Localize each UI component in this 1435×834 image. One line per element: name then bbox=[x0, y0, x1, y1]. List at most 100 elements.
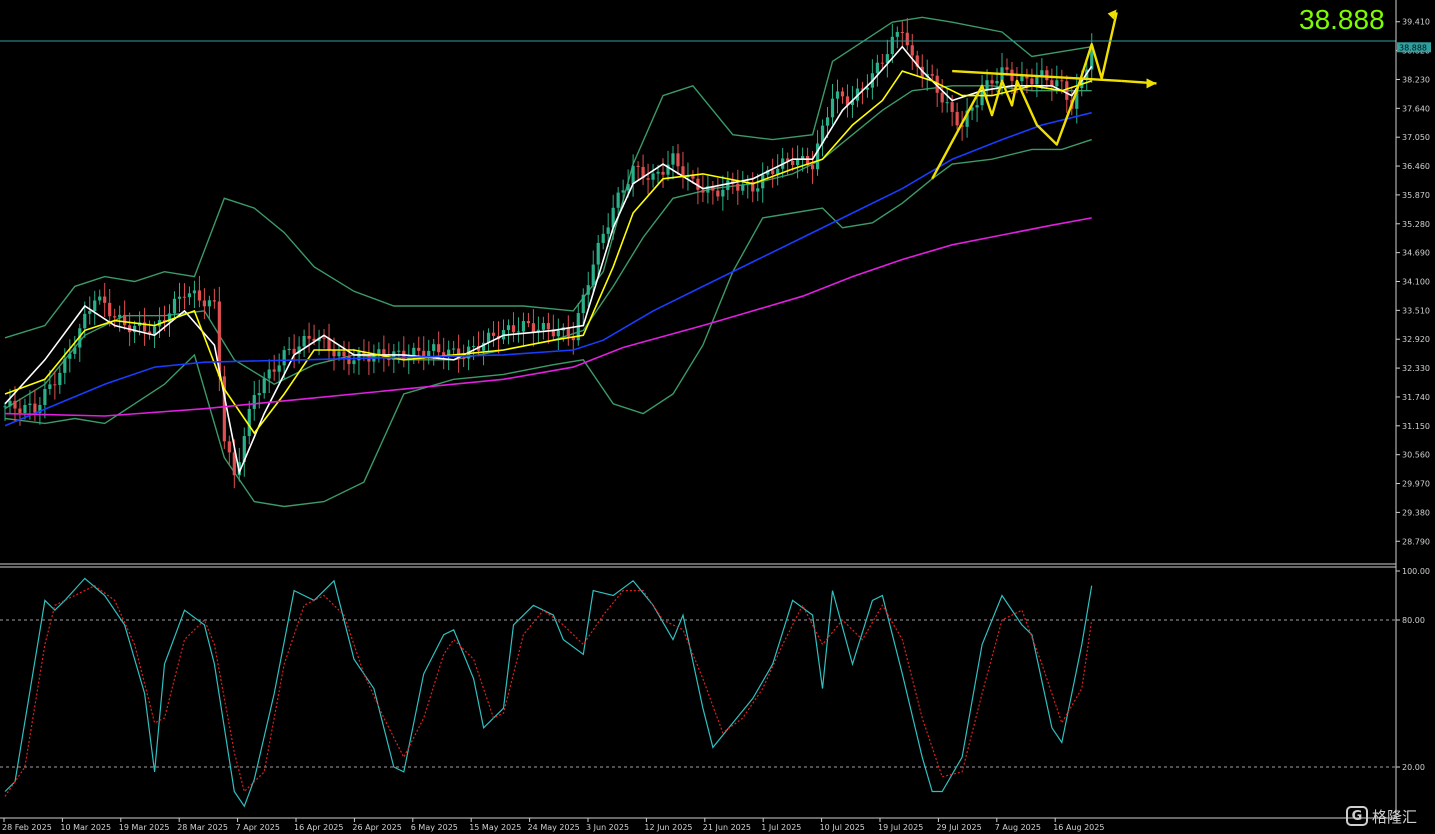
candle-body bbox=[302, 335, 306, 347]
date-label: 10 Mar 2025 bbox=[60, 823, 111, 832]
candle-body bbox=[33, 403, 37, 413]
candle-body bbox=[541, 323, 545, 330]
price-tick-label: 36.460 bbox=[1402, 162, 1430, 171]
candle-body bbox=[332, 350, 336, 357]
candle-body bbox=[252, 395, 256, 409]
candle-body bbox=[23, 404, 27, 413]
candle-body bbox=[207, 300, 211, 307]
price-tick-label: 34.690 bbox=[1402, 249, 1430, 258]
candle-body bbox=[287, 348, 291, 351]
candle-body bbox=[452, 348, 456, 350]
candle-body bbox=[581, 294, 585, 314]
candle-body bbox=[123, 314, 127, 326]
candle-body bbox=[63, 358, 67, 373]
candle-body bbox=[955, 111, 959, 126]
date-label: 15 May 2025 bbox=[469, 823, 521, 832]
candle-body bbox=[277, 365, 281, 372]
candle-body bbox=[73, 347, 77, 354]
candle-body bbox=[621, 190, 625, 193]
candle-body bbox=[626, 184, 630, 191]
candle-body bbox=[1045, 70, 1049, 81]
logo-icon: G bbox=[1346, 806, 1368, 826]
candle-body bbox=[756, 188, 760, 192]
candle-body bbox=[83, 313, 87, 329]
candle-body bbox=[113, 316, 117, 318]
candle-body bbox=[905, 32, 909, 46]
candle-body bbox=[1060, 80, 1064, 82]
candle-body bbox=[152, 326, 157, 335]
price-tick-label: 39.410 bbox=[1402, 18, 1430, 27]
candle-body bbox=[736, 183, 740, 191]
candle-body bbox=[656, 171, 660, 174]
candle-body bbox=[676, 153, 680, 167]
candle-body bbox=[890, 36, 894, 55]
candle-body bbox=[930, 74, 934, 76]
date-label: 16 Apr 2025 bbox=[294, 823, 343, 832]
date-label: 29 Jul 2025 bbox=[936, 823, 981, 832]
date-label: 7 Aug 2025 bbox=[995, 823, 1041, 832]
candle-body bbox=[267, 369, 271, 379]
price-tick-label: 38.230 bbox=[1402, 75, 1430, 84]
date-label: 16 Aug 2025 bbox=[1053, 823, 1104, 832]
date-label: 24 May 2025 bbox=[528, 823, 580, 832]
candle-body bbox=[880, 62, 884, 64]
candle-body bbox=[192, 290, 197, 294]
candle-body bbox=[1055, 80, 1059, 87]
candle-body bbox=[531, 323, 536, 333]
price-tick-label: 32.920 bbox=[1402, 335, 1430, 344]
date-label: 12 Jun 2025 bbox=[644, 823, 692, 832]
candle-body bbox=[900, 31, 904, 33]
osc-tick-label: 20.00 bbox=[1402, 763, 1425, 772]
date-label: 21 Jun 2025 bbox=[703, 823, 751, 832]
candle-body bbox=[88, 311, 92, 314]
candle-body bbox=[272, 369, 276, 372]
date-label: 7 Apr 2025 bbox=[236, 823, 280, 832]
candle-body bbox=[586, 285, 590, 295]
candle-body bbox=[875, 62, 879, 74]
candle-body bbox=[212, 300, 216, 302]
date-label: 3 Jun 2025 bbox=[586, 823, 629, 832]
candle-body bbox=[187, 293, 192, 298]
candle-body bbox=[985, 80, 989, 90]
price-tick-label: 35.280 bbox=[1402, 220, 1430, 229]
candle-body bbox=[43, 388, 47, 405]
osc-tick-label: 100.00 bbox=[1402, 567, 1430, 576]
candle-body bbox=[1030, 78, 1034, 85]
price-tick-label: 29.380 bbox=[1402, 508, 1430, 517]
candle-body bbox=[18, 408, 22, 413]
candle-body bbox=[791, 160, 795, 166]
candle-body bbox=[835, 91, 840, 99]
candle-body bbox=[377, 349, 381, 355]
price-tick-label: 35.870 bbox=[1402, 191, 1430, 200]
price-tick-label: 29.970 bbox=[1402, 480, 1430, 489]
candle-body bbox=[995, 80, 999, 84]
date-label: 26 Apr 2025 bbox=[352, 823, 401, 832]
date-label: 1 Jul 2025 bbox=[761, 823, 801, 832]
candle-body bbox=[521, 321, 526, 332]
price-tick-label: 34.100 bbox=[1402, 278, 1430, 287]
candle-body bbox=[1065, 81, 1069, 100]
candle-body bbox=[895, 31, 899, 37]
candle-body bbox=[950, 102, 954, 112]
candle-body bbox=[701, 189, 705, 193]
candle-body bbox=[292, 348, 296, 354]
candle-body bbox=[93, 300, 97, 312]
candle-body bbox=[491, 332, 496, 336]
candle-body bbox=[437, 344, 441, 353]
candle-body bbox=[182, 296, 187, 298]
candle-body bbox=[661, 171, 665, 175]
candle-body bbox=[8, 400, 12, 407]
price-tick-label: 37.640 bbox=[1402, 104, 1430, 113]
candle-body bbox=[118, 314, 122, 318]
date-label: 10 Jul 2025 bbox=[820, 823, 865, 832]
candle-body bbox=[13, 400, 17, 409]
candle-body bbox=[3, 406, 7, 408]
candle-body bbox=[945, 102, 949, 104]
candle-body bbox=[197, 290, 202, 301]
watermark-logo: G 格隆汇 bbox=[1346, 803, 1430, 829]
candle-body bbox=[716, 190, 720, 197]
candle-body bbox=[337, 351, 341, 357]
candle-body bbox=[282, 350, 286, 366]
candle-body bbox=[257, 393, 261, 396]
candle-body bbox=[506, 325, 511, 331]
